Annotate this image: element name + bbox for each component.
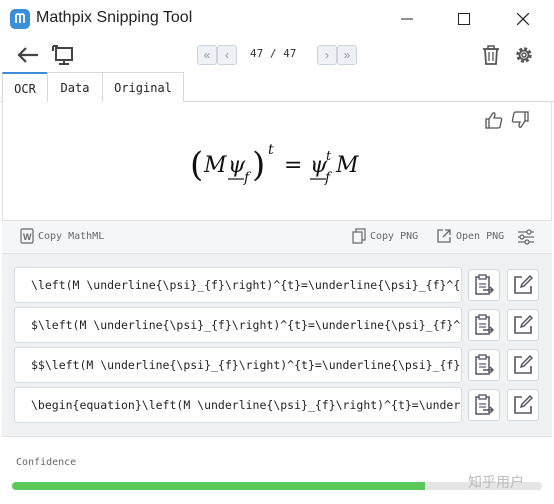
open-png-button[interactable]: Open PNG — [436, 228, 504, 244]
thumbs-down-icon — [511, 111, 529, 128]
latex-result-row[interactable]: \left(M \underline{\psi}_{f}\right)^{t}=… — [14, 267, 462, 303]
clipboard-icon — [475, 354, 494, 375]
confidence-bar-fill — [12, 482, 426, 490]
copy-latex-button[interactable] — [468, 349, 500, 381]
thumbs-up-icon — [485, 112, 503, 129]
next-page-button[interactable]: › — [317, 45, 337, 65]
edit-latex-button[interactable] — [507, 389, 539, 421]
copy-latex-button[interactable] — [468, 309, 500, 341]
svg-text:t: t — [268, 142, 274, 158]
svg-text:f: f — [243, 170, 252, 186]
confidence-label: Confidence — [16, 457, 77, 468]
word-doc-icon: W — [20, 228, 34, 244]
double-chevron-right-icon: » — [343, 48, 351, 62]
last-page-button[interactable]: » — [337, 45, 357, 65]
copy-latex-button[interactable] — [468, 269, 500, 301]
confidence-bar — [12, 482, 542, 490]
clipboard-icon — [475, 274, 494, 295]
page-indicator: 47 / 47 — [250, 47, 297, 60]
svg-text:M: M — [335, 153, 359, 178]
edit-icon — [514, 355, 533, 374]
svg-text:(: ( — [190, 145, 203, 185]
svg-text:f: f — [324, 170, 333, 186]
edit-latex-button[interactable] — [507, 349, 539, 381]
back-button[interactable] — [16, 44, 40, 66]
watermark: 知乎用户 — [468, 474, 524, 490]
first-page-button[interactable]: « — [197, 45, 217, 65]
delete-button[interactable] — [480, 44, 502, 66]
arrow-left-icon — [17, 47, 38, 63]
edit-icon — [514, 395, 533, 414]
thumbs-down-button[interactable] — [509, 109, 531, 131]
svg-text:=: = — [284, 153, 302, 178]
prev-page-button[interactable]: ‹ — [217, 45, 237, 65]
svg-text:W: W — [23, 232, 32, 242]
copy-mathml-label: Copy MathML — [38, 230, 105, 242]
clipboard-icon — [475, 394, 494, 415]
adjust-button[interactable] — [516, 227, 536, 247]
copy-png-label: Copy PNG — [370, 230, 419, 242]
double-chevron-left-icon: « — [203, 48, 211, 62]
tab-bar: OCR Data Original — [0, 72, 554, 103]
svg-text:): ) — [252, 145, 265, 185]
trash-icon — [483, 45, 499, 65]
latex-result-row[interactable]: \begin{equation}\left(M \underline{\psi}… — [14, 387, 462, 423]
edit-latex-button[interactable] — [507, 309, 539, 341]
chevron-right-icon: › — [325, 48, 329, 62]
open-external-icon — [437, 229, 451, 243]
sliders-icon — [518, 229, 534, 245]
copy-icon — [352, 228, 366, 244]
copy-png-button[interactable]: Copy PNG — [352, 228, 418, 244]
gear-icon — [516, 47, 532, 63]
edit-latex-button[interactable] — [507, 269, 539, 301]
mathpix-logo-icon — [10, 9, 30, 29]
confidence-panel — [2, 436, 552, 502]
copy-latex-button[interactable] — [468, 389, 500, 421]
svg-text:t: t — [326, 149, 332, 164]
tab-data[interactable]: Data — [47, 72, 103, 102]
latex-result-row[interactable]: $\left(M \underline{\psi}_{f}\right)^{t}… — [14, 307, 462, 343]
window-title: Mathpix Snipping Tool — [36, 9, 193, 26]
rendered-formula: ( M ψ f ) t = ψ t f M — [190, 142, 359, 186]
clipboard-icon — [475, 314, 494, 335]
settings-button[interactable] — [513, 44, 535, 66]
chevron-left-icon: ‹ — [225, 48, 229, 62]
copy-mathml-button[interactable]: W Copy MathML — [20, 228, 104, 244]
tab-original[interactable]: Original — [102, 72, 184, 102]
screen-snip-icon — [52, 45, 73, 65]
thumbs-up-button[interactable] — [483, 109, 505, 131]
edit-icon — [514, 275, 533, 294]
latex-result-row[interactable]: $$\left(M \underline{\psi}_{f}\right)^{t… — [14, 347, 462, 383]
minimize-button[interactable] — [384, 4, 430, 34]
close-button[interactable] — [500, 4, 546, 34]
open-png-label: Open PNG — [456, 230, 505, 242]
svg-text:M: M — [203, 153, 227, 178]
edit-icon — [514, 315, 533, 334]
tab-ocr[interactable]: OCR — [2, 72, 48, 103]
maximize-button[interactable] — [441, 4, 487, 34]
new-snip-button[interactable] — [50, 43, 76, 67]
title-bar: Mathpix Snipping Tool — [0, 0, 554, 38]
